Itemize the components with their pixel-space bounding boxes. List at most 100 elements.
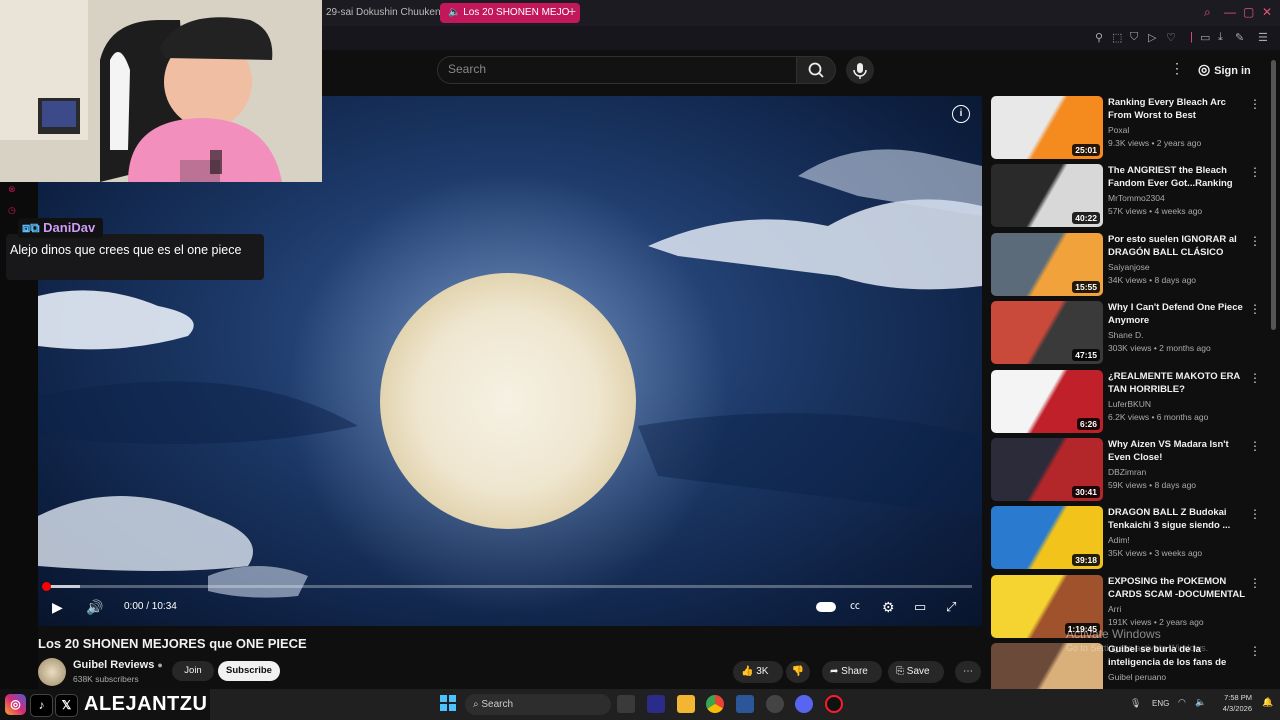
time-display: 0:00 / 10:34 xyxy=(124,601,177,612)
recommendation-channel[interactable]: Shane D. xyxy=(1108,330,1143,340)
video-thumbnail[interactable]: 30:41 xyxy=(991,438,1103,501)
new-tab-button[interactable]: + xyxy=(568,3,576,19)
task-view-icon[interactable] xyxy=(617,695,635,713)
download-icon[interactable]: ⤓ xyxy=(1218,31,1223,44)
browser-tab[interactable]: 29-sai Dokushin Chuuken xyxy=(318,3,444,23)
volume-icon[interactable]: 🔊 xyxy=(86,598,103,616)
file-explorer-icon[interactable] xyxy=(677,695,695,713)
channel-name[interactable]: Guibel Reviews ● xyxy=(73,659,163,671)
recommendation-item[interactable]: 25:01 Ranking Every Bleach Arc From Worst… xyxy=(991,96,1275,160)
recommendation-channel[interactable]: DBZimran xyxy=(1108,467,1146,477)
maximize-icon[interactable]: ▢ xyxy=(1243,5,1254,19)
sign-in-button[interactable]: ◎ Sign in xyxy=(1198,58,1251,80)
word-icon[interactable] xyxy=(736,695,754,713)
recommendation-title[interactable]: DRAGON BALL Z Budokai Tenkaichi 3 sigue … xyxy=(1108,506,1248,532)
play-icon[interactable]: ▷ xyxy=(1148,31,1156,44)
gear-icon[interactable]: ⚙ xyxy=(882,598,895,616)
more-options-icon[interactable]: ⋮ xyxy=(1249,507,1261,521)
more-options-icon[interactable]: ⋮ xyxy=(1249,576,1261,590)
recommendation-channel[interactable]: Poxal xyxy=(1108,125,1129,135)
recommendation-title[interactable]: Why Aizen VS Madara Isn't Even Close! xyxy=(1108,438,1248,464)
recommendation-title[interactable]: EXPOSING the POKEMON CARDS SCAM -DOCUMEN… xyxy=(1108,575,1248,601)
recommendation-channel[interactable]: Guibel peruano xyxy=(1108,672,1166,682)
recommendation-item[interactable]: 15:55 Por esto suelen IGNORAR al DRAGÓN B… xyxy=(991,232,1275,297)
menu-icon[interactable]: ☰ xyxy=(1258,31,1268,44)
taskbar-search[interactable]: ⌕ Search xyxy=(465,694,611,715)
notifications-icon[interactable]: 🔔 xyxy=(1262,697,1273,708)
video-thumbnail[interactable]: 39:18 xyxy=(991,506,1103,570)
channel-avatar[interactable] xyxy=(38,658,66,686)
save-button[interactable]: ⎘ Save xyxy=(888,661,944,683)
recommendation-channel[interactable]: Arri xyxy=(1108,604,1121,614)
search-icon[interactable]: ⌕ xyxy=(1204,5,1211,20)
recommendation-channel[interactable]: LuferBKUN xyxy=(1108,399,1151,409)
mic-icon[interactable]: 🎙 xyxy=(1130,698,1141,709)
video-thumbnail[interactable]: 40:22 xyxy=(991,164,1103,228)
play-button[interactable]: ▶ xyxy=(52,598,63,616)
more-options-icon[interactable]: ⋮ xyxy=(1249,644,1261,658)
scrollbar-thumb[interactable] xyxy=(1271,60,1276,330)
like-button[interactable]: 👍 3K xyxy=(733,661,783,683)
more-options-icon[interactable]: ⋮ xyxy=(1249,234,1261,248)
recommendation-channel[interactable]: MrTommo2304 xyxy=(1108,193,1165,203)
captions-icon[interactable]: ㏄ xyxy=(850,598,860,616)
video-thumbnail[interactable]: 15:55 xyxy=(991,232,1103,296)
heart-icon[interactable]: ♡ xyxy=(1166,31,1176,44)
recommendation-item[interactable]: 40:22 The ANGRIEST the Bleach Fandom Ever… xyxy=(991,164,1275,228)
fullscreen-icon[interactable]: ⤢ xyxy=(946,598,956,616)
pin-icon[interactable]: ⚲ xyxy=(1095,31,1103,44)
theater-mode-icon[interactable]: ▭ xyxy=(914,598,926,616)
recommendation-item[interactable]: 39:18 DRAGON BALL Z Budokai Tenkaichi 3 s… xyxy=(991,506,1275,570)
recommendation-title[interactable]: Ranking Every Bleach Arc From Worst to B… xyxy=(1108,96,1248,122)
info-icon[interactable]: i xyxy=(952,105,970,123)
dislike-button[interactable]: 👎 xyxy=(786,661,810,683)
recommendation-item[interactable]: 6:26 ¿REALMENTE MAKOTO ERA TAN HORRIBLE? L… xyxy=(991,369,1275,434)
more-options-icon[interactable]: ⋮ xyxy=(1249,371,1261,385)
chrome-icon[interactable] xyxy=(706,695,724,713)
join-button[interactable]: Join xyxy=(172,661,214,681)
recommendation-title[interactable]: Why I Can't Defend One Piece Anymore xyxy=(1108,301,1248,327)
video-thumbnail[interactable]: 47:15 xyxy=(991,301,1103,365)
recommendation-title[interactable]: Por esto suelen IGNORAR al DRAGÓN BALL C… xyxy=(1108,233,1248,259)
taskbar-clock[interactable]: 7:58 PM 4/3/2026 xyxy=(1220,692,1252,714)
wifi-icon[interactable]: ◠ xyxy=(1178,697,1186,708)
recommendation-title[interactable]: ¿REALMENTE MAKOTO ERA TAN HORRIBLE? xyxy=(1108,370,1248,396)
opera-gx-icon[interactable] xyxy=(825,695,843,713)
recommendation-item[interactable]: 30:41 Why Aizen VS Madara Isn't Even Clos… xyxy=(991,438,1275,502)
discord-icon[interactable] xyxy=(795,695,813,713)
video-thumbnail[interactable]: 6:26 xyxy=(991,369,1103,433)
search-input[interactable] xyxy=(437,56,797,84)
browser-tab-active[interactable]: 🔈 Los 20 SHONEN MEJO xyxy=(440,3,580,23)
recommendation-channel[interactable]: Adim! xyxy=(1108,535,1130,545)
screenshot-icon[interactable]: ⬚ xyxy=(1112,31,1122,44)
more-options-icon[interactable]: ⋮ xyxy=(1249,439,1261,453)
obs-icon[interactable] xyxy=(766,695,784,713)
subscribe-button[interactable]: Subscribe xyxy=(218,661,280,681)
more-options-icon[interactable]: ⋮ xyxy=(1249,165,1261,179)
share-button[interactable]: ➦ Share xyxy=(822,661,882,683)
recommendation-meta: 57K views • 4 weeks ago xyxy=(1108,206,1203,217)
windows-start-icon[interactable] xyxy=(440,695,456,711)
shield-icon[interactable]: ⛉ xyxy=(1130,31,1138,44)
voice-search-button[interactable] xyxy=(846,56,874,84)
close-icon[interactable]: ✕ xyxy=(1262,5,1272,19)
speaker-icon[interactable]: 🔈 xyxy=(1195,697,1206,708)
recommendation-channel[interactable]: Saiyanjose xyxy=(1108,262,1150,272)
autoplay-toggle[interactable] xyxy=(816,598,836,616)
search-button[interactable] xyxy=(796,56,836,84)
recommendation-item[interactable]: 47:15 Why I Can't Defend One Piece Anymor… xyxy=(991,301,1275,365)
settings-menu-icon[interactable]: ⋮ xyxy=(1170,60,1184,77)
recommendation-title[interactable]: The ANGRIEST the Bleach Fandom Ever Got.… xyxy=(1108,164,1248,190)
wallet-icon[interactable]: ▭ xyxy=(1200,31,1210,44)
more-actions-button[interactable]: ⋯ xyxy=(955,661,981,683)
recommendation-meta: 6.2K views • 6 months ago xyxy=(1108,411,1209,422)
video-thumbnail[interactable]: 25:01 xyxy=(991,96,1103,159)
premiere-icon[interactable] xyxy=(647,695,665,713)
minimize-icon[interactable]: — xyxy=(1224,5,1236,19)
progress-bar[interactable] xyxy=(46,585,972,588)
progress-scrubber[interactable] xyxy=(42,582,51,591)
ai-icon[interactable]: ✎ xyxy=(1235,31,1244,44)
more-options-icon[interactable]: ⋮ xyxy=(1249,97,1261,111)
more-options-icon[interactable]: ⋮ xyxy=(1249,302,1261,316)
language-indicator[interactable]: ENG xyxy=(1152,699,1169,708)
